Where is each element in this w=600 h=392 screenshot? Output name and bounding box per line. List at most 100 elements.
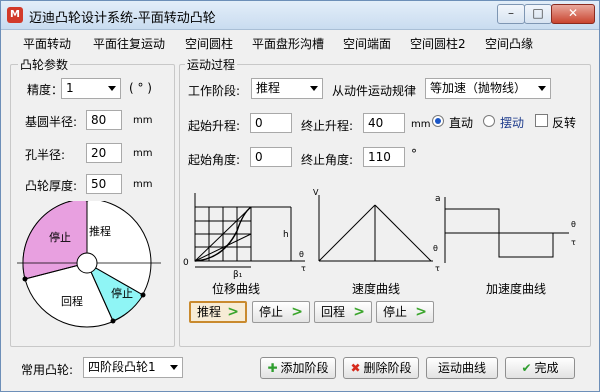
phase-button-return[interactable]: 回程 >: [314, 301, 372, 323]
tau-label: τ: [301, 264, 306, 273]
chevron-down-icon: [108, 86, 116, 91]
s-origin-label: 0: [183, 258, 189, 268]
window-title: 迈迪凸轮设计系统-平面转动凸轮: [29, 11, 216, 26]
theta-label: θ: [571, 220, 576, 229]
direct-radio[interactable]: [432, 115, 444, 127]
angle-unit: °: [411, 147, 417, 161]
v-label: V: [313, 188, 319, 197]
phase-button-label: 推程: [197, 305, 222, 319]
velocity-curve: V τ: [313, 188, 440, 273]
end-lift-label: 终止升程:: [301, 119, 354, 133]
tab-spatial-end-face[interactable]: 空间端面: [343, 35, 391, 52]
maximize-button[interactable]: □: [524, 4, 552, 24]
beta-label: β₁: [233, 270, 243, 279]
push-label: 推程: [89, 224, 111, 238]
displacement-caption: 位移曲线: [211, 282, 260, 296]
cam-params-legend: 凸轮参数: [18, 56, 71, 73]
velocity-caption: 速度曲线: [351, 282, 400, 296]
app-window: M 迈迪凸轮设计系统-平面转动凸轮 – □ ✕ 平面转动 平面往复运动 空间圆柱…: [0, 0, 600, 392]
finish-label: 完成: [534, 361, 559, 375]
base-radius-unit: mm: [133, 115, 153, 126]
phase-button-stop1[interactable]: 停止 >: [252, 301, 310, 323]
tab-planar-rotation[interactable]: 平面转动: [23, 35, 71, 52]
base-radius-label: 基圆半径:: [25, 115, 78, 129]
arrow-right-icon: >: [227, 304, 239, 320]
start-lift-input[interactable]: 0: [250, 113, 292, 133]
center-hole: [76, 252, 98, 274]
thickness-unit: mm: [133, 179, 153, 190]
delete-phase-label: 删除阶段: [363, 361, 412, 375]
phase-button-push[interactable]: 推程 >: [189, 301, 247, 323]
hole-radius-label: 孔半径:: [25, 148, 66, 162]
theta-label: θ: [433, 244, 438, 253]
tab-spatial-flange[interactable]: 空间凸缘: [485, 35, 533, 52]
add-phase-button[interactable]: ✚ 添加阶段: [260, 357, 336, 379]
common-cam-value: 四阶段凸轮1: [88, 360, 156, 374]
acceleration-caption: 加速度曲线: [485, 282, 546, 296]
delete-icon: ✖: [350, 361, 361, 375]
phase-select[interactable]: 推程: [251, 78, 323, 99]
precision-value: 1: [66, 81, 74, 95]
arrow-right-icon: >: [291, 304, 303, 320]
motion-law-select[interactable]: 等加速（抛物线）: [425, 78, 551, 99]
motion-legend: 运动过程: [185, 56, 238, 73]
tab-spatial-cylinder-2[interactable]: 空间圆柱2: [410, 35, 466, 52]
common-cam-label: 常用凸轮:: [21, 363, 74, 377]
precision-unit: ( ° ): [129, 81, 152, 95]
app-logo-icon: M: [7, 7, 23, 23]
lift-unit: mm: [411, 119, 431, 130]
motion-law-value: 等加速（抛物线）: [430, 81, 527, 95]
base-radius-input[interactable]: 80: [86, 110, 122, 130]
end-lift-input[interactable]: 40: [363, 113, 405, 133]
a-label: a: [435, 194, 441, 204]
add-phase-label: 添加阶段: [280, 361, 329, 375]
finish-button[interactable]: ✔ 完成: [505, 357, 575, 379]
cam-phase-diagram: 停止 推程 回程 停止: [17, 201, 161, 328]
swing-radio[interactable]: [483, 115, 495, 127]
end-angle-input[interactable]: 110: [363, 147, 405, 167]
checkmark-icon: ✔: [521, 361, 532, 375]
phase-value: 推程: [256, 81, 281, 95]
h-label: h: [283, 230, 289, 240]
arrow-right-icon: >: [415, 304, 427, 320]
hole-radius-input[interactable]: 20: [86, 143, 122, 163]
phase-point: [22, 276, 28, 282]
title-bar: M 迈迪凸轮设计系统-平面转动凸轮 – □ ✕: [1, 1, 599, 30]
precision-select[interactable]: 1: [61, 78, 121, 99]
end-angle-label: 终止角度:: [301, 153, 354, 167]
start-angle-input[interactable]: 0: [250, 147, 292, 167]
precision-label: 精度：: [27, 83, 64, 97]
return-label: 回程: [61, 295, 83, 308]
phase-point: [140, 292, 146, 298]
tau-label: τ: [571, 238, 576, 247]
plus-icon: ✚: [267, 361, 278, 375]
displacement-curve: 0 h β₁ θ τ: [183, 193, 306, 279]
minimize-button[interactable]: –: [497, 4, 525, 24]
start-angle-label: 起始角度:: [188, 153, 241, 167]
direct-label: 直动: [449, 116, 474, 130]
reverse-checkbox[interactable]: [535, 114, 548, 127]
chevron-down-icon: [170, 365, 178, 370]
delete-phase-button[interactable]: ✖ 删除阶段: [343, 357, 419, 379]
hole-radius-unit: mm: [133, 148, 153, 159]
stop2-label: 停止: [111, 286, 133, 300]
acceleration-curve: a θ θ τ: [433, 194, 576, 263]
motion-curve-button[interactable]: 运动曲线: [426, 357, 498, 379]
start-lift-label: 起始升程:: [188, 119, 241, 133]
motion-law-label: 从动件运动规律: [332, 84, 417, 98]
reverse-label: 反转: [552, 116, 577, 130]
phase-button-label: 停止: [259, 305, 284, 319]
phase-button-label: 回程: [321, 305, 346, 319]
phase-point: [110, 318, 116, 324]
stop1-label: 停止: [49, 230, 71, 244]
tab-spatial-cylinder[interactable]: 空间圆柱: [185, 35, 233, 52]
common-cam-select[interactable]: 四阶段凸轮1: [83, 357, 183, 378]
thickness-input[interactable]: 50: [86, 174, 122, 194]
phase-label: 工作阶段:: [188, 84, 241, 98]
tab-planar-groove[interactable]: 平面盘形沟槽: [252, 35, 324, 52]
swing-label: 摆动: [500, 116, 525, 130]
phase-button-stop2[interactable]: 停止 >: [376, 301, 434, 323]
close-button[interactable]: ✕: [551, 4, 595, 24]
tab-planar-reciprocating[interactable]: 平面往复运动: [93, 35, 165, 52]
phase-button-label: 停止: [383, 305, 408, 319]
